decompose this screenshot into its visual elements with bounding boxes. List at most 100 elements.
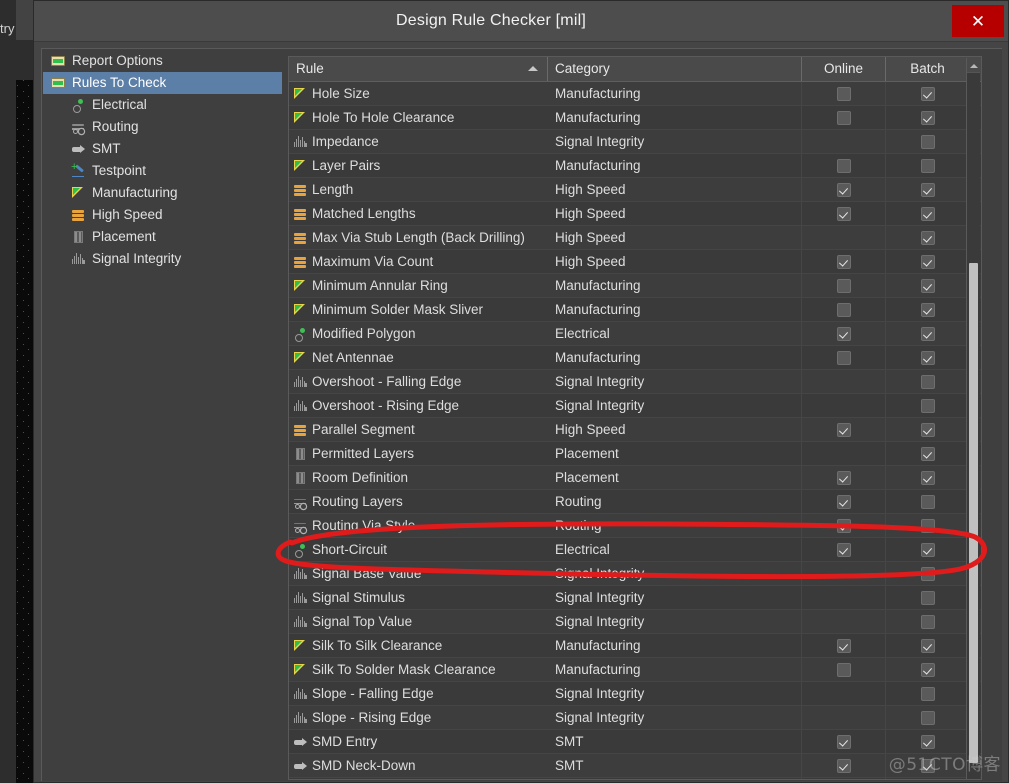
online-checkbox[interactable] — [836, 254, 851, 269]
table-row[interactable]: Minimum Solder Mask Sliver Manufacturing — [289, 298, 981, 322]
table-row[interactable]: Signal Stimulus Signal Integrity — [289, 586, 981, 610]
online-checkbox[interactable] — [836, 302, 851, 317]
sidebar-item-high-speed[interactable]: High Speed — [43, 204, 282, 226]
column-header-rule[interactable]: Rule — [289, 57, 547, 81]
sidebar-item-manufacturing[interactable]: Manufacturing — [43, 182, 282, 204]
dialog-titlebar[interactable]: Design Rule Checker [mil] ✕ — [34, 1, 1008, 42]
table-row[interactable]: Slope - Rising Edge Signal Integrity — [289, 706, 981, 730]
sidebar-item-testpoint[interactable]: Testpoint — [43, 160, 282, 182]
batch-checkbox[interactable] — [920, 182, 935, 197]
table-row[interactable]: Modified Polygon Electrical — [289, 322, 981, 346]
sidebar-item-rules-to-check[interactable]: Rules To Check — [43, 72, 282, 94]
table-row[interactable]: Signal Base Value Signal Integrity — [289, 562, 981, 586]
batch-checkbox[interactable] — [920, 374, 935, 389]
online-checkbox[interactable] — [836, 494, 851, 509]
table-row[interactable]: Hole To Hole Clearance Manufacturing — [289, 106, 981, 130]
scroll-up-icon[interactable] — [967, 58, 980, 73]
sidebar-item-routing[interactable]: Routing — [43, 116, 282, 138]
table-row[interactable]: Hole Size Manufacturing — [289, 82, 981, 106]
sidebar-item-placement[interactable]: Placement — [43, 226, 282, 248]
batch-checkbox[interactable] — [920, 542, 935, 557]
table-row[interactable]: Silk To Solder Mask Clearance Manufacturi… — [289, 658, 981, 682]
batch-checkbox[interactable] — [920, 446, 935, 461]
online-checkbox[interactable] — [836, 110, 851, 125]
table-row[interactable]: Overshoot - Falling Edge Signal Integrity — [289, 370, 981, 394]
online-checkbox[interactable] — [836, 182, 851, 197]
table-row[interactable]: Overshoot - Rising Edge Signal Integrity — [289, 394, 981, 418]
batch-checkbox[interactable] — [920, 686, 935, 701]
batch-checkbox[interactable] — [920, 518, 935, 533]
batch-checkbox[interactable] — [920, 710, 935, 725]
online-checkbox[interactable] — [836, 86, 851, 101]
batch-checkbox[interactable] — [920, 158, 935, 173]
batch-checkbox[interactable] — [920, 590, 935, 605]
online-checkbox[interactable] — [836, 350, 851, 365]
table-row[interactable]: SMD To Corner SMT — [289, 778, 981, 779]
table-row[interactable]: Parallel Segment High Speed — [289, 418, 981, 442]
batch-checkbox[interactable] — [920, 278, 935, 293]
table-vertical-scrollbar[interactable] — [966, 58, 980, 779]
table-row[interactable]: SMD Neck-Down SMT — [289, 754, 981, 778]
batch-checkbox[interactable] — [920, 86, 935, 101]
settings-tree[interactable]: Report Options Rules To Check Electrical Ro… — [43, 50, 282, 780]
table-row[interactable]: Net Antennae Manufacturing — [289, 346, 981, 370]
batch-checkbox[interactable] — [920, 134, 935, 149]
online-checkbox[interactable] — [836, 734, 851, 749]
online-checkbox[interactable] — [836, 206, 851, 221]
table-row[interactable]: Maximum Via Count High Speed — [289, 250, 981, 274]
column-header-category[interactable]: Category — [547, 57, 801, 81]
batch-checkbox[interactable] — [920, 470, 935, 485]
table-row[interactable]: Max Via Stub Length (Back Drilling) High … — [289, 226, 981, 250]
online-checkbox[interactable] — [836, 158, 851, 173]
batch-checkbox[interactable] — [920, 350, 935, 365]
table-row[interactable]: Silk To Silk Clearance Manufacturing — [289, 634, 981, 658]
table-row[interactable]: Slope - Falling Edge Signal Integrity — [289, 682, 981, 706]
table-row[interactable]: Room Definition Placement — [289, 466, 981, 490]
batch-checkbox[interactable] — [920, 614, 935, 629]
batch-checkbox[interactable] — [920, 662, 935, 677]
batch-checkbox[interactable] — [920, 638, 935, 653]
batch-checkbox[interactable] — [920, 254, 935, 269]
batch-checkbox[interactable] — [920, 422, 935, 437]
table-row[interactable]: Minimum Annular Ring Manufacturing — [289, 274, 981, 298]
sidebar-item-smt[interactable]: SMT — [43, 138, 282, 160]
scrollbar-thumb[interactable] — [969, 263, 978, 763]
online-checkbox[interactable] — [836, 518, 851, 533]
table-row[interactable]: Permitted Layers Placement — [289, 442, 981, 466]
online-checkbox[interactable] — [836, 326, 851, 341]
close-icon[interactable]: ✕ — [952, 5, 1004, 37]
table-row[interactable]: Layer Pairs Manufacturing — [289, 154, 981, 178]
batch-checkbox[interactable] — [920, 398, 935, 413]
online-checkbox[interactable] — [836, 662, 851, 677]
batch-checkbox[interactable] — [920, 494, 935, 509]
batch-checkbox[interactable] — [920, 206, 935, 221]
batch-checkbox[interactable] — [920, 302, 935, 317]
column-header-online[interactable]: Online — [801, 57, 885, 81]
column-header-batch[interactable]: Batch — [885, 57, 969, 81]
table-row[interactable]: SMD Entry SMT — [289, 730, 981, 754]
batch-checkbox[interactable] — [920, 758, 935, 773]
batch-checkbox[interactable] — [920, 734, 935, 749]
sidebar-item-signal-integrity[interactable]: Signal Integrity — [43, 248, 282, 270]
table-row[interactable]: Routing Layers Routing — [289, 490, 981, 514]
online-checkbox[interactable] — [836, 638, 851, 653]
table-row[interactable]: Signal Top Value Signal Integrity — [289, 610, 981, 634]
online-checkbox[interactable] — [836, 758, 851, 773]
batch-checkbox[interactable] — [920, 566, 935, 581]
sidebar-item-electrical[interactable]: Electrical — [43, 94, 282, 116]
batch-checkbox[interactable] — [920, 230, 935, 245]
cell-online — [801, 202, 885, 225]
table-row[interactable]: Length High Speed — [289, 178, 981, 202]
table-row[interactable]: Short-Circuit Electrical — [289, 538, 981, 562]
cell-category: High Speed — [555, 254, 626, 269]
online-checkbox[interactable] — [836, 278, 851, 293]
batch-checkbox[interactable] — [920, 110, 935, 125]
table-row[interactable]: Impedance Signal Integrity — [289, 130, 981, 154]
sidebar-item-report-options[interactable]: Report Options — [43, 50, 282, 72]
table-row[interactable]: Matched Lengths High Speed — [289, 202, 981, 226]
online-checkbox[interactable] — [836, 470, 851, 485]
online-checkbox[interactable] — [836, 542, 851, 557]
table-row[interactable]: Routing Via Style Routing — [289, 514, 981, 538]
online-checkbox[interactable] — [836, 422, 851, 437]
batch-checkbox[interactable] — [920, 326, 935, 341]
